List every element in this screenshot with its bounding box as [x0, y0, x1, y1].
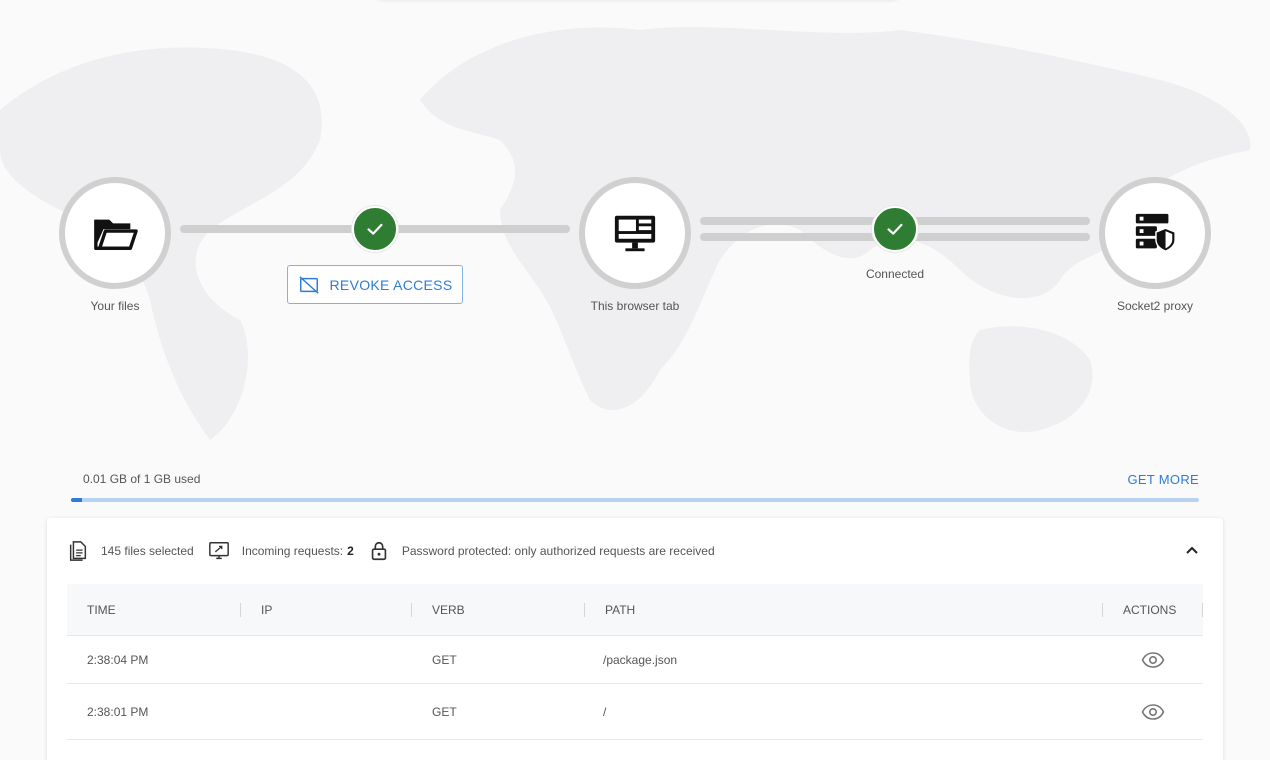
cell-verb: GET — [432, 652, 457, 667]
your-files-node[interactable] — [59, 177, 171, 289]
cell-time: 2:38:04 PM — [87, 652, 149, 667]
header-verb[interactable]: VERB — [412, 584, 585, 635]
folder-open-icon — [94, 219, 138, 251]
cell-actions — [1103, 648, 1203, 672]
your-files-label: Your files — [90, 299, 140, 313]
header-ip[interactable]: IP — [241, 584, 412, 635]
password-protected-text: Password protected: only authorized requ… — [401, 544, 715, 558]
cell-time: 2:38:01 PM — [87, 704, 149, 719]
revoke-access-label: REVOKE ACCESS — [329, 276, 453, 293]
password-protected-item: Password protected: only authorized requ… — [368, 540, 715, 562]
cell-verb: GET — [432, 704, 457, 719]
incoming-requests-item: Incoming requests: 2 — [208, 540, 354, 562]
header-path[interactable]: PATH — [585, 584, 1103, 635]
eye-icon[interactable] — [1141, 700, 1165, 724]
table-row[interactable]: 2:38:04 PM GET /package.json — [67, 636, 1203, 684]
incoming-requests-icon — [208, 542, 229, 560]
incoming-requests-count: 2 — [347, 544, 354, 558]
cell-actions — [1103, 700, 1203, 724]
cell-path: /package.json — [603, 652, 678, 667]
header-actions: ACTIONS — [1103, 584, 1203, 635]
table-row[interactable]: 2:38:01 PM GET / — [67, 684, 1203, 740]
info-bar: 145 files selected Incoming requests: 2 … — [67, 538, 729, 564]
monitor-icon — [614, 215, 656, 252]
files-selected-text: 145 files selected — [101, 544, 194, 558]
browser-tab-node[interactable] — [579, 177, 691, 289]
check-icon — [367, 223, 383, 235]
connected-label: Connected — [865, 267, 925, 281]
requests-table: TIME IP VERB PATH ACTIONS 2:38:04 PM GET… — [67, 584, 1203, 740]
connected-check — [872, 206, 918, 252]
storage-progress-fill — [71, 498, 83, 502]
server-shield-icon — [1135, 213, 1176, 252]
cell-path: / — [603, 704, 607, 719]
files-selected-item[interactable]: 145 files selected — [67, 540, 194, 562]
storage-progress-bar — [71, 498, 1199, 502]
header-time[interactable]: TIME — [67, 584, 241, 635]
browser-tab-label: This browser tab — [590, 299, 680, 313]
files-icon — [69, 541, 87, 561]
check-icon — [887, 223, 903, 235]
storage-usage-text: 0.01 GB of 1 GB used — [83, 472, 201, 486]
proxy-label: Socket2 proxy — [1116, 299, 1194, 313]
table-header: TIME IP VERB PATH ACTIONS — [67, 584, 1203, 636]
eye-icon[interactable] — [1141, 648, 1165, 672]
lock-icon — [371, 541, 387, 561]
chevron-up-icon[interactable] — [1183, 542, 1201, 560]
get-more-button[interactable]: GET MORE — [1127, 472, 1199, 487]
revoke-icon — [298, 275, 319, 294]
revoke-access-button[interactable]: REVOKE ACCESS — [287, 265, 463, 304]
proxy-node[interactable] — [1099, 177, 1211, 289]
access-granted-check — [352, 206, 398, 252]
incoming-requests-label: Incoming requests: — [241, 544, 344, 558]
requests-panel: 145 files selected Incoming requests: 2 … — [47, 518, 1223, 760]
